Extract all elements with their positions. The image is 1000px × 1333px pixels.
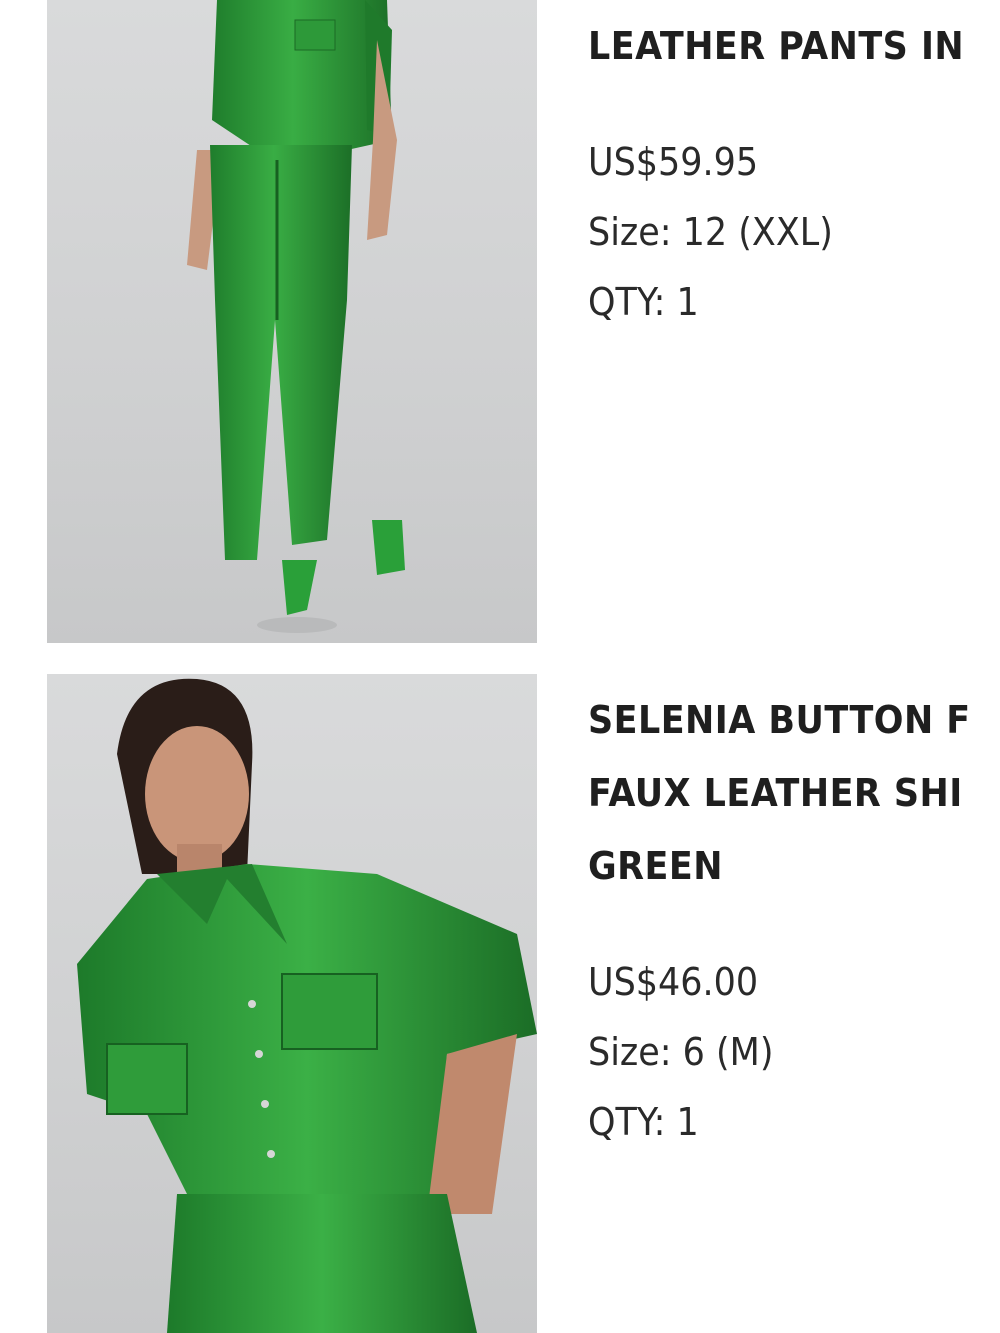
pants-illustration [187,0,405,633]
product-price: US$59.95 [588,140,759,184]
title-line: SELENIA BUTTON F [588,698,971,742]
cart-item: LEATHER PANTS IN US$59.95 Size: 12 (XXL)… [0,0,1000,643]
product-image[interactable] [47,674,537,1333]
title-line: GREEN [588,844,723,888]
product-info: SELENIA BUTTON F FAUX LEATHER SHI GREEN … [588,684,1000,1157]
product-info: LEATHER PANTS IN US$59.95 Size: 12 (XXL)… [588,10,1000,337]
cart-item: SELENIA BUTTON F FAUX LEATHER SHI GREEN … [0,674,1000,1333]
shirt-illustration [77,678,537,1333]
product-title[interactable]: LEATHER PANTS IN [588,10,967,83]
title-line: LEATHER PANTS IN [588,24,965,68]
title-line: FAUX LEATHER SHI [588,771,963,815]
product-size: Size: 6 (M) [588,1030,774,1074]
product-price: US$46.00 [588,960,759,1004]
product-title[interactable]: SELENIA BUTTON F FAUX LEATHER SHI GREEN [588,684,971,903]
product-size: Size: 12 (XXL) [588,210,833,254]
product-qty: QTY: 1 [588,1100,699,1144]
product-image[interactable] [47,0,537,643]
product-qty: QTY: 1 [588,280,699,324]
